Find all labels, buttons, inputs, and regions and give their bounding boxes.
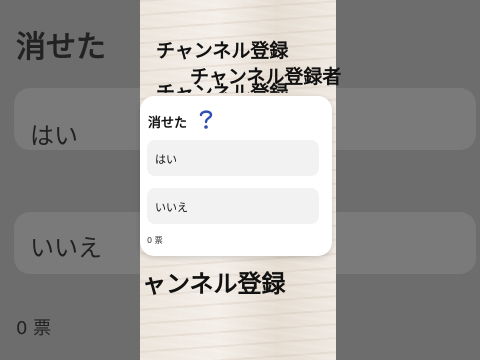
background-poll-title: 消せた (16, 30, 106, 65)
poll-option-no[interactable]: いいえ (147, 188, 319, 224)
background-option-yes-right (336, 88, 476, 150)
video-frame: 消せた はい いいえ 0 票 チャンネル登録 チャンネル登録者 チャンネル登録 … (0, 0, 480, 360)
poll-card: 消せた はい いいえ 0 票 (140, 96, 332, 256)
poll-title: 消せた (148, 116, 188, 131)
poll-option-no-label: いいえ (155, 201, 188, 214)
background-right-panel (336, 0, 480, 360)
background-option-yes-label: はい (30, 122, 78, 150)
question-mark-icon (199, 110, 213, 129)
background-left-panel: 消せた はい いいえ 0 票 (0, 0, 140, 360)
background-vote-count: 0 票 (16, 318, 52, 339)
poll-option-yes-label: はい (155, 153, 177, 166)
subscribe-overlay-text-4: ャンネル登録 (142, 270, 286, 298)
background-option-no-label: いいえ (30, 234, 102, 262)
poll-vote-count: 0 票 (147, 236, 163, 245)
poll-option-yes[interactable]: はい (147, 140, 319, 176)
background-option-no-right (336, 212, 476, 274)
subscribe-overlay-text-1: チャンネル登録 (156, 40, 289, 62)
